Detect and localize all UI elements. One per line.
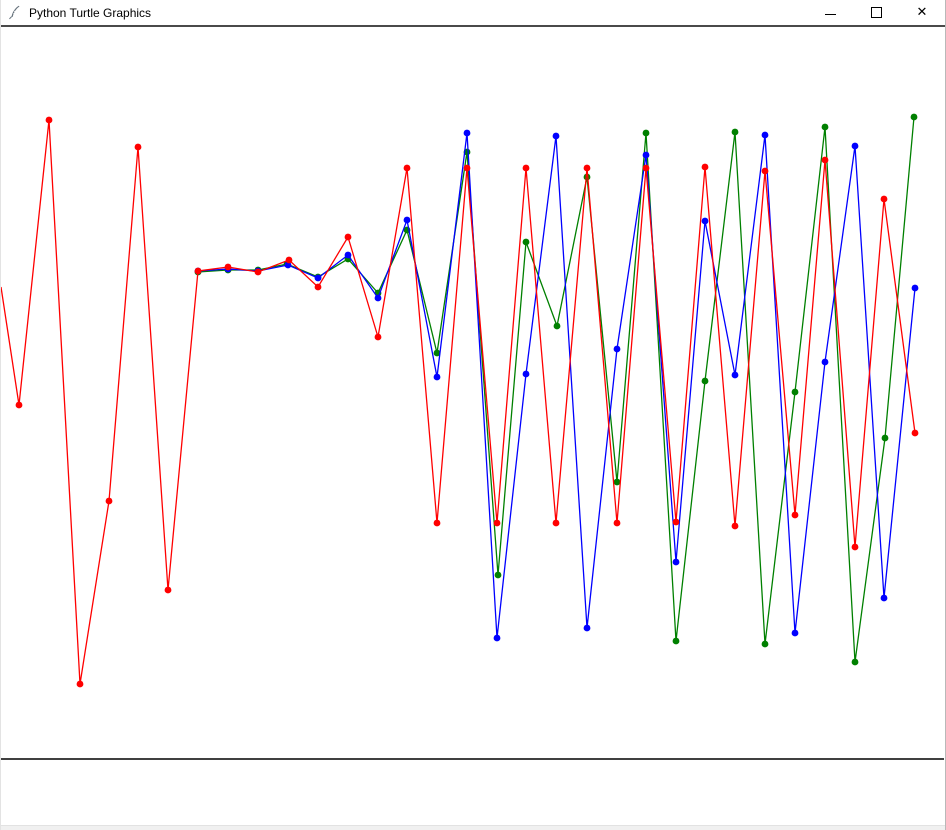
blue-series-marker	[643, 152, 650, 159]
green-series-marker	[911, 114, 918, 121]
blue-series-marker	[523, 371, 530, 378]
drawing-canvas	[1, 0, 946, 830]
red-series-marker	[643, 165, 650, 172]
green-series-marker	[554, 323, 561, 330]
green-series-marker	[822, 124, 829, 131]
red-series-marker	[584, 165, 591, 172]
window-title: Python Turtle Graphics	[29, 6, 151, 20]
red-series-marker	[553, 520, 560, 527]
green-series-marker	[762, 641, 769, 648]
blue-series-marker	[584, 625, 591, 632]
blue-series-marker	[345, 252, 352, 259]
red-series-marker	[881, 196, 888, 203]
red-series-marker	[135, 144, 142, 151]
maximize-icon	[871, 7, 882, 18]
blue-series-marker	[881, 595, 888, 602]
blue-series-marker	[404, 217, 411, 224]
red-series-marker	[106, 498, 113, 505]
window-controls: ✕	[807, 0, 945, 25]
blue-series-marker	[912, 285, 919, 292]
maximize-button[interactable]	[853, 0, 899, 25]
minimize-icon	[825, 14, 836, 15]
green-series-marker	[614, 479, 621, 486]
red-series-marker	[464, 165, 471, 172]
blue-series-marker	[464, 130, 471, 137]
close-button[interactable]: ✕	[899, 0, 945, 25]
red-series-marker	[673, 519, 680, 526]
green-series-marker	[673, 638, 680, 645]
red-series-marker	[822, 157, 829, 164]
blue-series-marker	[614, 346, 621, 353]
blue-series-marker	[494, 635, 501, 642]
blue-series-marker	[852, 143, 859, 150]
red-series-marker	[852, 544, 859, 551]
blue-series-marker	[315, 275, 322, 282]
blue-series-marker	[762, 132, 769, 139]
green-series-line	[198, 117, 914, 662]
red-series-marker	[225, 264, 232, 271]
red-series-marker	[762, 168, 769, 175]
red-series-marker	[255, 269, 262, 276]
title-bar[interactable]: Python Turtle Graphics ✕	[1, 0, 945, 27]
blue-series-marker	[375, 295, 382, 302]
red-series-marker	[375, 334, 382, 341]
red-series-marker	[315, 284, 322, 291]
green-series-marker	[792, 389, 799, 396]
red-series-marker	[732, 523, 739, 530]
green-series-marker	[523, 239, 530, 246]
green-series-marker	[882, 435, 889, 442]
turtle-canvas-svg	[1, 0, 946, 830]
red-series-marker	[16, 402, 23, 409]
red-series-marker	[434, 520, 441, 527]
blue-series-marker	[702, 218, 709, 225]
red-series-marker	[345, 234, 352, 241]
blue-series-marker	[673, 559, 680, 566]
blue-series-marker	[553, 133, 560, 140]
green-series-marker	[852, 659, 859, 666]
close-icon: ✕	[917, 6, 928, 19]
window-bottom-border	[1, 825, 945, 830]
green-series-marker	[702, 378, 709, 385]
red-series-marker	[614, 520, 621, 527]
red-series-marker	[404, 165, 411, 172]
red-series-marker	[46, 117, 53, 124]
red-series-marker	[912, 430, 919, 437]
blue-series-marker	[822, 359, 829, 366]
blue-series-marker	[434, 374, 441, 381]
red-series-marker	[77, 681, 84, 688]
red-series-marker	[523, 165, 530, 172]
red-series-marker	[792, 512, 799, 519]
red-series-marker	[702, 164, 709, 171]
tk-feather-icon	[7, 5, 22, 20]
red-series-marker	[165, 587, 172, 594]
red-series-marker	[195, 268, 202, 275]
blue-series-marker	[792, 630, 799, 637]
blue-series-marker	[732, 372, 739, 379]
minimize-button[interactable]	[807, 0, 853, 25]
green-series-marker	[495, 572, 502, 579]
green-series-marker	[732, 129, 739, 136]
blue-series-line	[198, 133, 915, 638]
turtle-graphics-window: Python Turtle Graphics ✕	[0, 0, 946, 830]
red-series-marker	[494, 520, 501, 527]
red-series-marker	[286, 257, 293, 264]
green-series-marker	[643, 130, 650, 137]
